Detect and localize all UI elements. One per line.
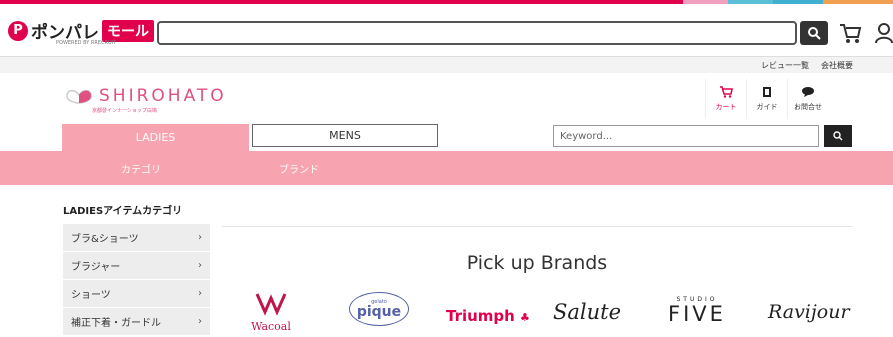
sidebar-item-bra[interactable]: ブラジャー › (63, 252, 210, 280)
chat-icon (802, 87, 814, 97)
chevron-right-icon: › (198, 260, 202, 271)
brand-triumph-label: Triumph (446, 307, 515, 325)
shop-cart-button[interactable]: カート (705, 79, 746, 119)
shirohato-logo[interactable]: SHIROHATO (63, 86, 227, 106)
sidebar-title: LADIESアイテムカテゴリ (63, 206, 183, 217)
company-link[interactable]: 会社概要 (821, 60, 853, 71)
chevron-right-icon: › (198, 232, 202, 243)
brand-logo-row: Wacoal gelato pique Triumph ♣ Salute STU… (222, 292, 852, 337)
brand-five[interactable]: STUDIO FIVE (668, 296, 726, 325)
brand-pique[interactable]: gelato pique (349, 292, 409, 326)
sidebar-item-label: ブラジャー (71, 262, 121, 273)
user-icon[interactable] (874, 22, 893, 44)
pique-logo-oval: gelato pique (349, 292, 409, 326)
sidebar-item-label: 補正下着・ガードル (71, 318, 161, 329)
chevron-right-icon: › (198, 288, 202, 299)
brand-salute[interactable]: Salute (553, 300, 621, 324)
brand-five-label: FIVE (668, 302, 726, 326)
global-search-input[interactable] (157, 21, 797, 45)
shop-guide-button[interactable]: ガイド (746, 79, 787, 119)
shirohato-heart-icon (66, 89, 92, 104)
wacoal-logo-icon (255, 293, 287, 316)
pickup-brands-title: Pick up Brands (466, 252, 608, 274)
sidebar-category-list: ブラ&ショーツ › ブラジャー › ショーツ › 補正下着・ガードル › (63, 224, 210, 336)
ponpare-logo-sub: POWERED BY RRECRUIT (56, 40, 117, 46)
sidebar-item-bra-shorts[interactable]: ブラ&ショーツ › (63, 224, 210, 252)
shop-top-links: レビュー一覧 会社概要 (761, 60, 853, 71)
shirohato-logo-text: SHIROHATO (99, 86, 227, 106)
content-divider (222, 226, 852, 227)
shop-guide-label: ガイド (756, 103, 778, 111)
brand-ravijour[interactable]: Ravijour (768, 301, 850, 323)
shirohato-logo-sub: 京都發インナーショップ白鳩 (92, 108, 157, 114)
brand-salute-label: Salute (553, 300, 622, 324)
brand-pique-label: pique (356, 304, 402, 320)
ponpare-logo-mall: モール (102, 19, 154, 42)
search-icon (833, 131, 843, 141)
shop-contact-label: お問合せ (794, 103, 822, 111)
sidebar-item-label: ショーツ (71, 290, 111, 301)
sidebar-item-label: ブラ&ショーツ (71, 234, 139, 245)
sidebar-item-shorts[interactable]: ショーツ › (63, 280, 210, 308)
cart-icon (720, 86, 733, 98)
ponpare-mark-icon: P (8, 20, 28, 41)
triumph-crown-icon: ♣ (519, 311, 530, 324)
global-search-button[interactable] (800, 21, 828, 45)
brand-ravijour-label: Ravijour (768, 301, 850, 323)
review-list-link[interactable]: レビュー一覧 (761, 60, 809, 71)
keyword-search-button[interactable] (824, 125, 852, 147)
shop-cart-label: カート (715, 103, 737, 111)
global-header: P ポンパレ モール POWERED BY RRECRUIT (0, 4, 893, 57)
brand-triumph[interactable]: Triumph ♣ (446, 306, 530, 325)
chevron-right-icon: › (198, 316, 202, 327)
nav-brand[interactable]: ブランド (279, 161, 319, 176)
shop-header-icons: カート ガイド お問合せ (705, 79, 828, 119)
search-icon (808, 27, 821, 40)
shop-top-bar (0, 57, 893, 73)
cart-icon[interactable] (838, 22, 862, 44)
brand-wacoal-label: Wacoal (251, 320, 291, 333)
keyword-search-input[interactable] (553, 125, 819, 147)
tab-mens[interactable]: MENS (252, 124, 438, 147)
tab-ladies[interactable]: LADIES (62, 124, 249, 151)
shop-contact-button[interactable]: お問合せ (787, 79, 828, 119)
brand-wacoal[interactable]: Wacoal (249, 292, 293, 333)
category-nav-bar: カテゴリ ブランド (0, 151, 893, 185)
guide-icon (763, 87, 771, 97)
sidebar-item-shapewear[interactable]: 補正下着・ガードル › (63, 308, 210, 336)
nav-category[interactable]: カテゴリ (121, 161, 161, 176)
